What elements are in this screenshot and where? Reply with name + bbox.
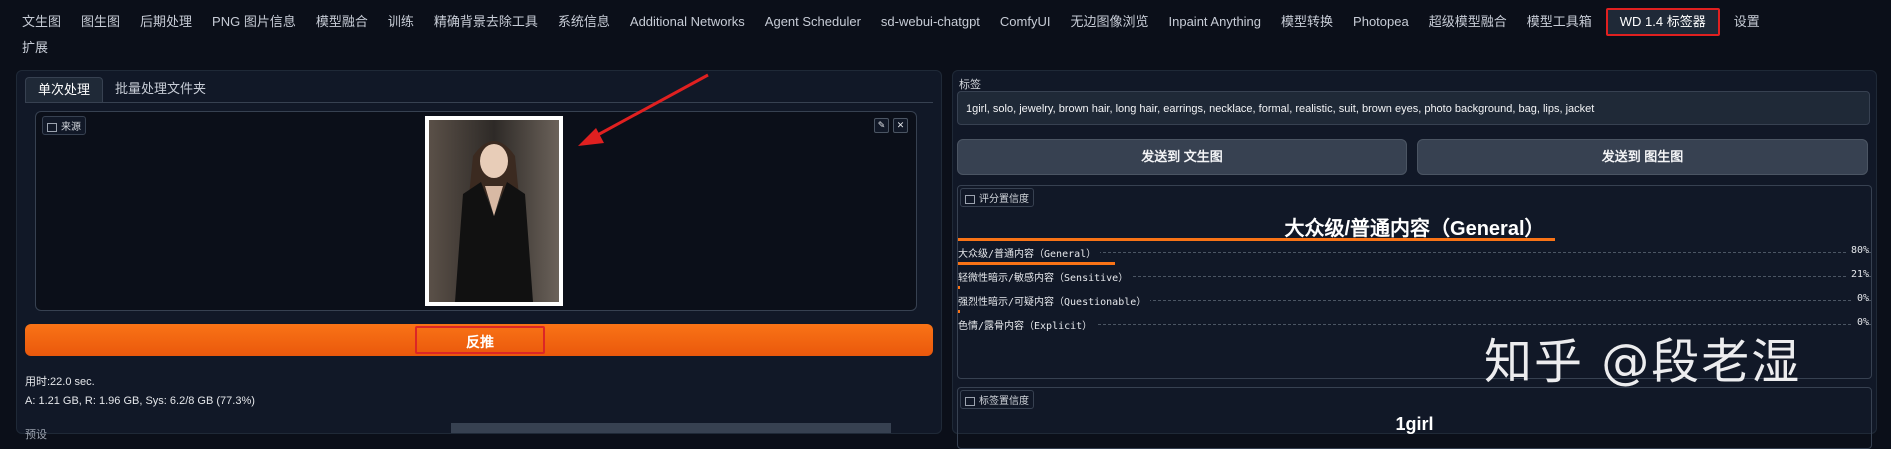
rating-label: 评分置信度 — [960, 188, 1034, 207]
rating-row: 强烈性暗示/可疑内容（Questionable） 0% — [958, 286, 1871, 308]
tab-tabs_row1-4[interactable]: 模型融合 — [306, 11, 378, 33]
rating-value: 21% — [1846, 269, 1869, 280]
tab-additional-networks[interactable]: Additional Networks — [620, 11, 755, 33]
rating-value: 0% — [1852, 293, 1869, 304]
tab-tabs_row1-5[interactable]: 训练 — [378, 11, 424, 33]
rating-bar — [958, 310, 960, 313]
rating-row: 轻微性暗示/敏感内容（Sensitive） 21% — [958, 262, 1871, 284]
send-to-txt2img-button[interactable]: 发送到 文生图 — [957, 139, 1407, 175]
rating-name: 轻微性暗示/敏感内容（Sensitive） — [958, 269, 1133, 284]
tab-tabs_row1-17[interactable]: 模型工具箱 — [1517, 11, 1602, 33]
tab-bar: 文生图 图生图 后期处理 PNG 图片信息 模型融合 训练 精确背景去除工具 系统信息 Addi… — [0, 0, 1891, 58]
chart-icon — [965, 396, 975, 406]
subtabs: 单次处理 批量处理文件夹 — [25, 77, 218, 102]
tab-tabs_row1-19[interactable]: 设置 — [1724, 11, 1770, 33]
tab-tabs_row1-14[interactable]: 模型转换 — [1271, 11, 1343, 33]
rating-name: 强烈性暗示/可疑内容（Questionable） — [958, 293, 1151, 308]
subtab-batch[interactable]: 批量处理文件夹 — [103, 77, 218, 101]
tags-label: 标签 — [959, 79, 981, 91]
elapsed-time: 用时:22.0 sec. — [25, 376, 95, 388]
tab-row-2: 扩展 — [12, 37, 58, 59]
tab-row-1: 文生图 图生图 后期处理 PNG 图片信息 模型融合 训练 精确背景去除工具 系统信息 Addi… — [12, 8, 1770, 36]
rating-name: 色情/露骨内容（Explicit） — [958, 317, 1097, 332]
chart-icon — [965, 194, 975, 204]
tab-tabs_row1-12[interactable]: 无边图像浏览 — [1060, 11, 1158, 33]
source-image-dropzone[interactable]: 来源 ✎ ✕ — [35, 111, 917, 311]
interrogate-label: 反推 — [415, 326, 545, 354]
input-panel: 单次处理 批量处理文件夹 来源 ✎ ✕ 反推 用时:22.0 sec. A: 1… — [16, 70, 942, 441]
tag-confidence: 标签置信度 1girl — [957, 387, 1872, 449]
tab-tabs_row1-1[interactable]: 图生图 — [71, 11, 130, 33]
edit-icon[interactable]: ✎ — [874, 118, 889, 133]
interrogate-button[interactable]: 反推 — [25, 324, 933, 356]
tag-conf-label: 标签置信度 — [960, 390, 1034, 409]
memory-usage: A: 1.21 GB, R: 1.96 GB, Sys: 6.2/8 GB (7… — [25, 395, 255, 407]
tab-tabs_row1-7[interactable]: 系统信息 — [548, 11, 620, 33]
tab-tabs_row1-16[interactable]: 超级模型融合 — [1419, 11, 1517, 33]
tab-tabs_row2-0[interactable]: 扩展 — [12, 37, 58, 59]
preset-label: 预设 — [25, 429, 47, 441]
rating-label-text: 评分置信度 — [979, 194, 1029, 205]
tab-comfyui[interactable]: ComfyUI — [990, 11, 1061, 33]
source-label-text: 来源 — [61, 122, 81, 133]
tab-wd-1-4[interactable]: WD 1.4 标签器 — [1605, 8, 1720, 36]
rating-row: 大众级/普通内容（General） 80% — [958, 238, 1871, 260]
tab-sd-webui-chatgpt[interactable]: sd-webui-chatgpt — [871, 11, 990, 33]
subtab-single[interactable]: 单次处理 — [25, 77, 104, 102]
tab-tabs_row1-0[interactable]: 文生图 — [12, 11, 71, 33]
watermark: 知乎 @段老湿 — [1484, 334, 1802, 390]
tab-inpaint-anything[interactable]: Inpaint Anything — [1159, 11, 1272, 33]
source-photo — [425, 116, 563, 306]
tab-tabs_row1-2[interactable]: 后期处理 — [130, 11, 202, 33]
image-icon — [47, 122, 57, 132]
send-to-img2img-button[interactable]: 发送到 图生图 — [1417, 139, 1868, 175]
rating-bar — [958, 286, 960, 289]
tab-tabs_row1-6[interactable]: 精确背景去除工具 — [424, 11, 548, 33]
tab-agent-scheduler[interactable]: Agent Scheduler — [755, 11, 871, 33]
rating-value: 0% — [1852, 317, 1869, 328]
image-tools: ✎ ✕ — [874, 118, 908, 133]
tag-conf-label-text: 标签置信度 — [979, 396, 1029, 407]
close-icon[interactable]: ✕ — [893, 118, 908, 133]
subtab-divider — [25, 102, 933, 103]
rating-bar — [958, 262, 1115, 265]
tab-photopea[interactable]: Photopea — [1343, 11, 1419, 33]
source-label: 来源 — [42, 116, 86, 135]
top-rating: 大众级/普通内容（General） — [1284, 218, 1545, 240]
rating-bar — [958, 238, 1555, 241]
tags-output[interactable]: 1girl, solo, jewelry, brown hair, long h… — [957, 91, 1870, 125]
tab-png[interactable]: PNG 图片信息 — [202, 11, 306, 33]
rating-value: 80% — [1846, 245, 1869, 256]
rating-name: 大众级/普通内容（General） — [958, 245, 1101, 260]
